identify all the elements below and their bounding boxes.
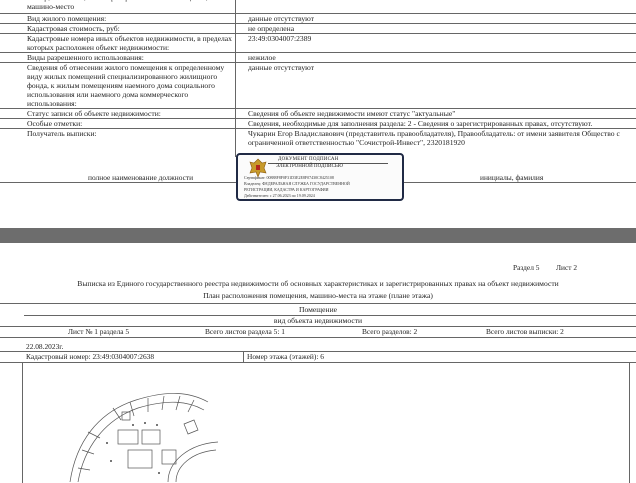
row-label: Вид жилого помещения: [0, 14, 236, 23]
date-text: 22.08.2023г. [26, 342, 64, 351]
table-row: Статус записи об объекте недвижимости: С… [0, 109, 636, 119]
section-number: Раздел 5 [513, 263, 540, 272]
document-title: Выписка из Единого государственного реес… [77, 279, 559, 288]
cadastral-number: Кадастровый номер: 23:49:0304007:2638 [26, 352, 155, 361]
counts-rule [0, 337, 636, 338]
total-sheets-extract: Всего листов выписки: 2 [486, 327, 564, 336]
document-subtitle: План расположения помещения, машино-мест… [203, 291, 433, 300]
row-label: Статус записи об объекте недвижимости: [0, 109, 236, 118]
stamp-validity: Действителен: с 27.06.2023 по 19.09.2024 [244, 193, 315, 198]
table-row: Особые отметки: Сведения, необходимые дл… [0, 119, 636, 129]
row-label: Сведения об отнесении жилого помещения к… [0, 63, 236, 108]
row-value: не определена [248, 24, 295, 33]
stamp-title: ДОКУМЕНТ ПОДПИСАН [278, 157, 339, 162]
extract-sheet-top: Номер, тип этажа, на котором расположено… [0, 0, 636, 228]
sheet-number: Лист № 1 раздела 5 [68, 327, 130, 336]
row-label: Особые отметки: [0, 119, 236, 128]
row-value: Сведения об объекте недвижимости имеют с… [248, 109, 456, 118]
row-value: данные отсутствуют [248, 63, 315, 72]
floor-number: Номер этажа (этажей): 6 [247, 352, 324, 361]
stamp-certificate: Сертификат: 00888F8F0F31D3E2E8F07430C842… [244, 175, 334, 180]
table-row: Номер, тип этажа, на котором расположено… [0, 0, 636, 14]
stamp-subtitle: ЭЛЕКТРОННОЙ ПОДПИСЬЮ [276, 164, 343, 169]
table-row: Виды разрешенного использования: нежилое [0, 53, 636, 63]
object-type-caption: вид объекта недвижимости [273, 316, 363, 325]
row-label: Кадастровые номера иных объектов недвижи… [0, 34, 236, 52]
signature-position-caption: полное наименование должности [88, 173, 194, 182]
table-row: Кадастровые номера иных объектов недвижи… [0, 34, 636, 53]
row-value: нежилое [248, 53, 276, 62]
plan-frame-right [629, 362, 630, 483]
row-label: Получатель выписки: [0, 129, 236, 157]
property-info-table: Номер, тип этажа, на котором расположено… [0, 0, 636, 157]
row-label: Кадастровая стоимость, руб: [0, 24, 236, 33]
row-label: Номер, тип этажа, на котором расположено… [0, 0, 236, 13]
object-type: Помещение [298, 305, 338, 314]
row-value: Этаж № 6 [236, 0, 636, 13]
table-row: Сведения об отнесении жилого помещения к… [0, 63, 636, 109]
cadastral-divider [243, 351, 244, 362]
table-row: Кадастровая стоимость, руб: не определен… [0, 24, 636, 34]
cadastral-rule [0, 362, 636, 363]
header-rule [0, 303, 636, 304]
signature-name-caption: инициалы, фамилия [480, 173, 544, 182]
row-label: Виды разрешенного использования: [0, 53, 236, 62]
stamp-owner: Владелец: ФЕДЕРАЛЬНАЯ СЛУЖБА ГОСУДАРСТВЕ… [244, 181, 350, 186]
row-value: данные отсутствуют [248, 14, 315, 23]
total-sheets-section: Всего листов раздела 5: 1 [205, 327, 285, 336]
floor-plan-drawing [69, 393, 219, 482]
row-value: 23:49:0304007:2389 [248, 34, 312, 43]
page-number: Лист 2 [556, 263, 578, 272]
stamp-owner-line2: РЕГИСТРАЦИИ, КАДАСТРА И КАРТОГРАФИИ [244, 187, 329, 192]
row-value: Сведения, необходимые для заполнения раз… [248, 119, 593, 128]
electronic-signature-stamp: ДОКУМЕНТ ПОДПИСАН ЭЛЕКТРОННОЙ ПОДПИСЬЮ С… [236, 153, 404, 201]
table-row: Вид жилого помещения: данные отсутствуют [0, 14, 636, 24]
total-sections: Всего разделов: 2 [362, 327, 418, 336]
